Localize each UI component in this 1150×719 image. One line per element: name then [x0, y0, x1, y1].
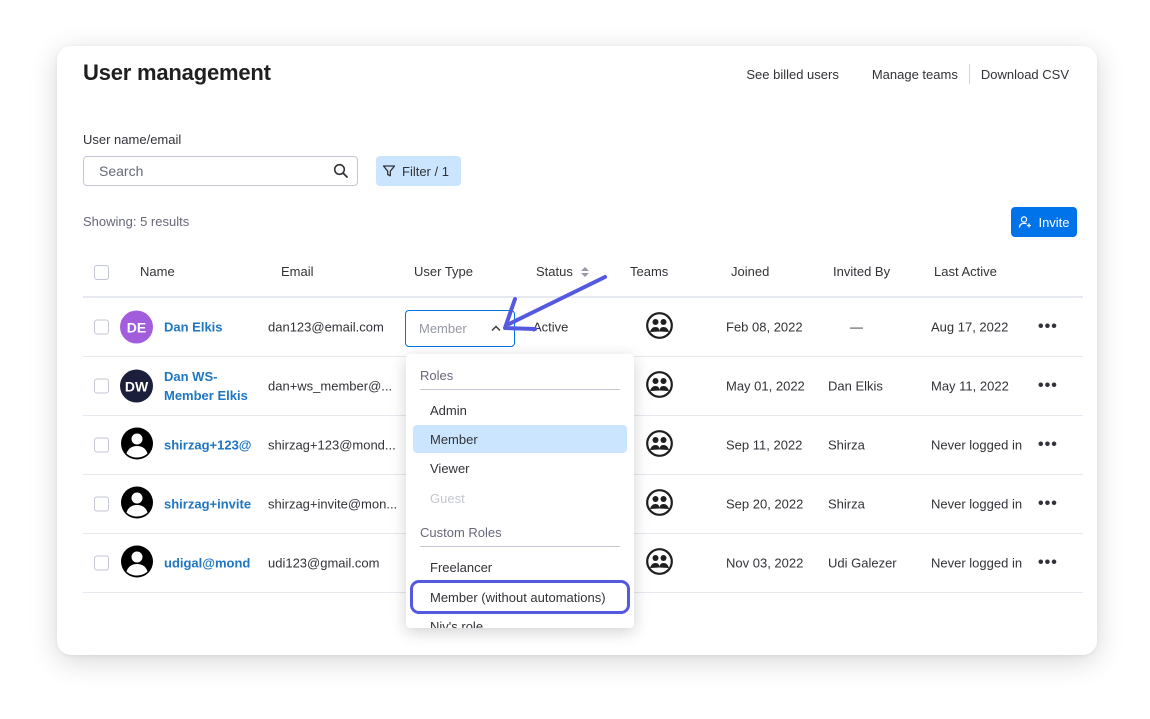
column-teams[interactable]: Teams	[630, 264, 668, 279]
avatar: DW	[120, 369, 153, 403]
role-option-admin[interactable]: Admin	[413, 396, 627, 424]
user-email: udi123@gmail.com	[268, 555, 380, 571]
invited-by: Shirza	[828, 437, 865, 453]
invited-by: —	[850, 319, 863, 335]
team-icon[interactable]	[646, 371, 673, 401]
invite-label: Invite	[1038, 214, 1070, 230]
more-icon[interactable]: •••	[1038, 318, 1058, 336]
user-email: dan123@email.com	[268, 319, 384, 335]
dropdown-group-custom-roles: Custom Roles	[420, 525, 502, 540]
team-icon[interactable]	[646, 430, 673, 460]
filter-label: Filter / 1	[402, 163, 449, 179]
more-icon[interactable]: •••	[1038, 436, 1058, 454]
user-email: shirzag+invite@mon...	[268, 496, 398, 512]
team-icon[interactable]	[646, 548, 673, 578]
invited-by: Shirza	[828, 496, 865, 512]
more-icon[interactable]: •••	[1038, 554, 1058, 572]
more-icon[interactable]: •••	[1038, 495, 1058, 513]
role-option-viewer[interactable]: Viewer	[413, 454, 627, 482]
search-input[interactable]	[99, 163, 319, 179]
last-active: Aug 17, 2022	[931, 319, 1009, 335]
link-divider	[968, 64, 970, 84]
user-name-link[interactable]: Dan WS- Member Elkis	[164, 367, 248, 405]
search-box	[83, 156, 358, 186]
avatar-initials: DW	[124, 378, 149, 394]
last-active: Never logged in	[931, 555, 1023, 571]
column-name[interactable]: Name	[140, 264, 175, 279]
top-links: See billed users Manage teams Download C…	[746, 64, 1069, 84]
row-checkbox[interactable]	[94, 437, 109, 453]
team-icon[interactable]	[646, 312, 673, 342]
person-icon	[120, 486, 154, 523]
user-type-value: Member	[419, 321, 467, 336]
user-email: dan+ws_member@...	[268, 378, 393, 394]
invited-by: Dan Elkis	[828, 378, 883, 394]
team-icon[interactable]	[646, 489, 673, 519]
last-active: Never logged in	[931, 496, 1023, 512]
invite-button[interactable]: Invite	[1011, 207, 1077, 237]
joined-date: May 01, 2022	[726, 378, 805, 394]
user-type-dropdown: Roles Admin Member Viewer Guest Custom R…	[406, 354, 634, 628]
role-option-guest: Guest	[430, 490, 465, 506]
joined-date: Sep 11, 2022	[726, 437, 803, 453]
filter-icon	[382, 165, 396, 177]
user-management-panel: User management See billed users Manage …	[57, 46, 1097, 655]
add-user-icon	[1019, 216, 1032, 228]
column-last-active[interactable]: Last Active	[934, 264, 997, 279]
role-option-member[interactable]: Member	[413, 425, 627, 453]
joined-date: Feb 08, 2022	[726, 319, 803, 335]
role-option-nivs-role[interactable]: Niv's role	[413, 612, 627, 629]
filter-button[interactable]: Filter / 1	[376, 156, 461, 186]
dropdown-divider	[420, 546, 620, 547]
dropdown-divider	[420, 389, 620, 390]
joined-date: Nov 03, 2022	[726, 555, 804, 571]
see-billed-users-link[interactable]: See billed users	[746, 67, 839, 82]
invited-by: Udi Galezer	[828, 555, 897, 571]
user-name-link[interactable]: shirzag+invite	[164, 495, 251, 514]
avatar: DE	[120, 310, 153, 344]
row-checkbox[interactable]	[94, 496, 109, 512]
user-name-line2: Member Elkis	[164, 388, 248, 403]
results-count: Showing: 5 results	[83, 214, 190, 229]
manage-teams-link[interactable]: Manage teams	[872, 67, 958, 82]
user-name-link[interactable]: shirzag+123@	[164, 436, 251, 455]
last-active: May 11, 2022	[931, 378, 1009, 394]
role-option-member-without-automations[interactable]: Member (without automations)	[410, 580, 630, 614]
column-invited-by[interactable]: Invited By	[833, 264, 890, 279]
user-name-line1: Dan WS-	[164, 369, 218, 384]
search-label: User name/email	[83, 132, 182, 147]
role-option-freelancer[interactable]: Freelancer	[413, 553, 627, 581]
column-email[interactable]: Email	[281, 264, 314, 279]
user-name-link[interactable]: Dan Elkis	[164, 318, 223, 337]
person-icon	[120, 545, 154, 582]
page-title: User management	[83, 60, 271, 85]
dropdown-group-roles: Roles	[420, 368, 454, 383]
column-user-type[interactable]: User Type	[414, 264, 473, 279]
avatar-initials: DE	[126, 319, 147, 335]
person-icon	[120, 427, 154, 464]
column-joined[interactable]: Joined	[731, 264, 769, 279]
joined-date: Sep 20, 2022	[726, 496, 804, 512]
select-all-checkbox[interactable]	[94, 265, 109, 280]
last-active: Never logged in	[931, 437, 1023, 453]
user-name-link[interactable]: udigal@mond	[164, 554, 250, 573]
arrow-annotation	[503, 275, 607, 331]
search-icon[interactable]	[333, 163, 349, 179]
user-email: shirzag+123@mond...	[268, 437, 396, 453]
more-icon[interactable]: •••	[1038, 377, 1058, 395]
download-csv-link[interactable]: Download CSV	[981, 67, 1069, 82]
row-checkbox[interactable]	[94, 555, 109, 571]
row-checkbox[interactable]	[94, 378, 109, 394]
row-checkbox[interactable]	[94, 319, 109, 335]
